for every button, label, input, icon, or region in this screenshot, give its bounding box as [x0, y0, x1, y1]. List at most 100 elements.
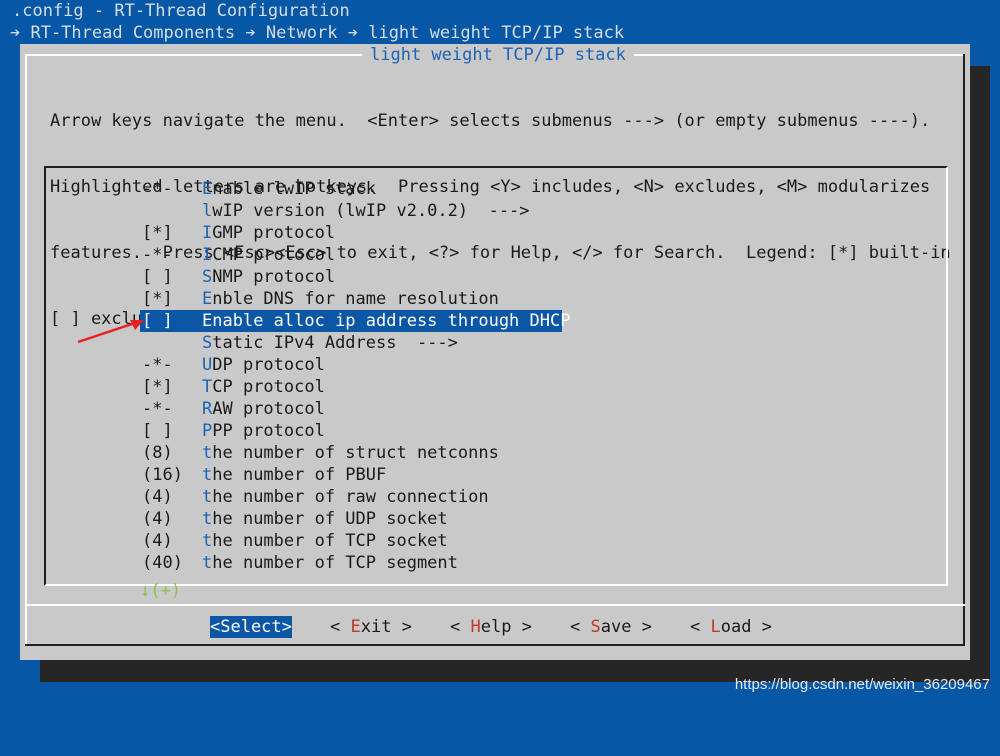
menu-item[interactable]: lwIP version (lwIP v2.0.2) ---> — [46, 200, 946, 222]
menu-item[interactable]: [*] IGMP protocol — [46, 222, 946, 244]
menu-item[interactable]: -*- UDP protocol — [46, 354, 946, 376]
menu-item-state: (16) — [142, 465, 183, 485]
menu-item-hotkey: R — [202, 399, 213, 419]
menu-item-state: [ ] — [142, 267, 173, 287]
menu-item-hotkey: E — [202, 311, 213, 331]
menu-item[interactable]: (16) the number of PBUF — [46, 464, 946, 486]
menu-item-text: he number of UDP socket — [212, 509, 448, 529]
menu-item-label: RAW protocol — [202, 398, 325, 420]
menu-item-text: GMP protocol — [212, 223, 336, 243]
menu-item-hotkey: t — [202, 465, 213, 485]
save-hotkey: S — [590, 617, 601, 637]
help-button[interactable]: < Help > — [450, 616, 532, 638]
menu-item-text: he number of raw connection — [212, 487, 489, 507]
menu-item-text: he number of PBUF — [212, 465, 387, 485]
menu-item[interactable]: -*- Enable lwIP stack — [46, 178, 946, 200]
menu-item-hotkey: S — [202, 267, 213, 287]
menu-item[interactable]: [*] Enble DNS for name resolution — [46, 288, 946, 310]
button-bar: <Select> < Exit > < Help > < Save > < Lo… — [20, 616, 970, 638]
menu-item[interactable]: [ ] SNMP protocol — [46, 266, 946, 288]
menu-item-hotkey: t — [202, 487, 213, 507]
menu-item[interactable]: -*- ICMP protocol — [46, 244, 946, 266]
frame-left — [25, 54, 27, 644]
load-button[interactable]: < Load > — [690, 616, 772, 638]
menu-item-state: -*- — [142, 245, 173, 265]
menu-item-hotkey: t — [202, 509, 213, 529]
menu-item-hotkey: I — [202, 245, 213, 265]
menu-item-label: the number of TCP segment — [202, 552, 458, 574]
menu-item-state: -*- — [142, 399, 173, 419]
menu-item-text: NMP protocol — [212, 267, 336, 287]
save-button[interactable]: < Save > — [570, 616, 652, 638]
menu-item[interactable]: [*] TCP protocol — [46, 376, 946, 398]
menu-item-hotkey: t — [202, 531, 213, 551]
load-hotkey: L — [710, 617, 721, 637]
window-title: .config - RT-Thread Configuration — [12, 1, 350, 21]
menu-item-hotkey: I — [202, 223, 213, 243]
menu-item-label: lwIP version (lwIP v2.0.2) ---> — [202, 200, 530, 222]
menu-item[interactable]: [ ] PPP protocol — [46, 420, 946, 442]
annotation-arrow-icon — [77, 320, 144, 344]
menu-item[interactable]: -*- RAW protocol — [46, 398, 946, 420]
menu-item-label: Enable lwIP stack — [202, 178, 376, 200]
menu-item-state: [*] — [142, 223, 173, 243]
menu-item-label: ICMP protocol — [202, 244, 335, 266]
menu-item[interactable]: [ ] Enable alloc ip address through DHCP — [46, 310, 946, 332]
menu-item-text: nable alloc ip address through DHCP — [212, 311, 571, 331]
menu-item-text: wIP version (lwIP v2.0.2) ---> — [212, 201, 530, 221]
menu-item[interactable]: (4) the number of UDP socket — [46, 508, 946, 530]
menu-item[interactable]: (40) the number of TCP segment — [46, 552, 946, 574]
menu-item-text: PP protocol — [212, 421, 325, 441]
frame-right — [963, 54, 965, 644]
menu-item-state: [*] — [142, 289, 173, 309]
menu-item-hotkey: E — [202, 179, 213, 199]
menu-item-state: (4) — [142, 509, 173, 529]
menu-item-hotkey: t — [202, 553, 213, 573]
menu-item-state: (40) — [142, 553, 183, 573]
menu-item-label: the number of raw connection — [202, 486, 489, 508]
menu-list: -*- Enable lwIP stack lwIP version (lwIP v… — [46, 178, 946, 574]
menu-item-label: Enble DNS for name resolution — [202, 288, 499, 310]
menu-item-text: he number of TCP segment — [212, 553, 458, 573]
menu-item-hotkey: T — [202, 377, 213, 397]
menu-item-state: [ ] — [142, 421, 173, 441]
select-button[interactable]: <Select> — [210, 616, 292, 638]
menu-item-label: IGMP protocol — [202, 222, 335, 244]
menu-item[interactable]: Static IPv4 Address ---> — [46, 332, 946, 354]
menu-item-text: he number of struct netconns — [212, 443, 499, 463]
menu-item-text: DP protocol — [212, 355, 325, 375]
menu-item-label: SNMP protocol — [202, 266, 335, 288]
menu-item-label: TCP protocol — [202, 376, 325, 398]
help-line: Arrow keys navigate the menu. <Enter> se… — [50, 111, 931, 131]
menu-item[interactable]: (4) the number of TCP socket — [46, 530, 946, 552]
menu-item-state: -*- — [142, 355, 173, 375]
menu-item-hotkey: E — [202, 289, 213, 309]
menu-item-hotkey: P — [202, 421, 213, 441]
menu-item-text: he number of TCP socket — [212, 531, 448, 551]
dialog-title: light weight TCP/IP stack — [362, 44, 634, 66]
menu-item-label: the number of PBUF — [202, 464, 386, 486]
button-separator — [25, 604, 965, 606]
menu-item-text: nable lwIP stack — [212, 179, 377, 199]
menu-item-label: the number of UDP socket — [202, 508, 448, 530]
menu-item-label: the number of struct netconns — [202, 442, 499, 464]
menu-item-label: Static IPv4 Address ---> — [202, 332, 458, 354]
menu-item-state: -*- — [142, 179, 173, 199]
breadcrumb: ➔ RT-Thread Components ➔ Network ➔ light… — [10, 23, 625, 43]
scroll-more-indicator[interactable]: ↓(+) — [140, 580, 181, 602]
menu-item-text: AW protocol — [212, 399, 325, 419]
frame-bottom — [25, 644, 965, 646]
menu-item-label: UDP protocol — [202, 354, 325, 376]
menu-item-text: tatic IPv4 Address ---> — [212, 333, 458, 353]
menu-item-label: Enable alloc ip address through DHCP — [202, 310, 570, 332]
menu-item-state: (4) — [142, 487, 173, 507]
menu-item-text: CP protocol — [212, 377, 325, 397]
config-dialog: light weight TCP/IP stack Arrow keys nav… — [20, 44, 970, 660]
menu-item[interactable]: (4) the number of raw connection — [46, 486, 946, 508]
menu-item-hotkey: t — [202, 443, 213, 463]
menu-item-state: (8) — [142, 443, 173, 463]
menu-item[interactable]: (8) the number of struct netconns — [46, 442, 946, 464]
exit-button[interactable]: < Exit > — [330, 616, 412, 638]
menu-item-text: CMP protocol — [212, 245, 336, 265]
menu-item-state: (4) — [142, 531, 173, 551]
